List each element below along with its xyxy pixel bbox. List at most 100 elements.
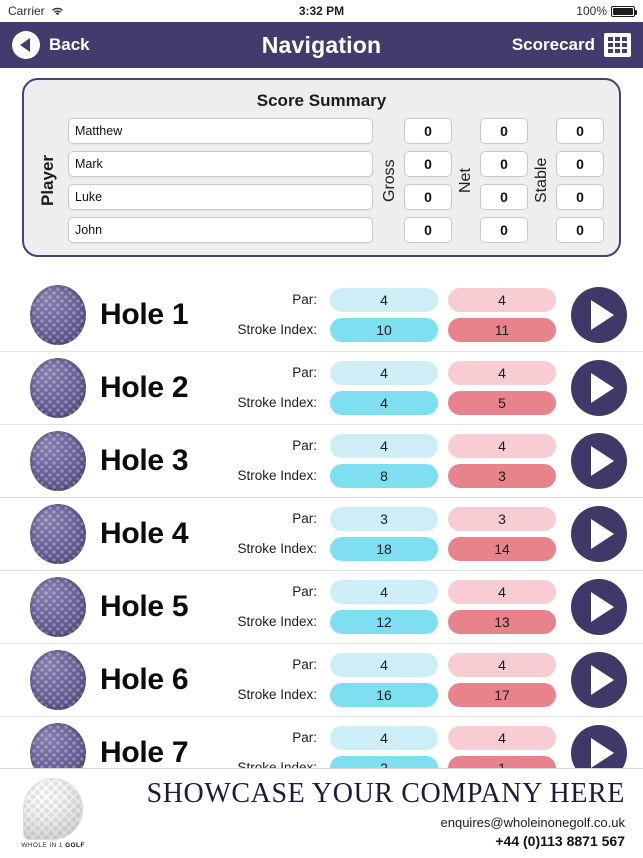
ad-email[interactable]: enquires@wholeinonegolf.co.uk xyxy=(441,815,625,830)
par-label: Par: xyxy=(292,438,317,453)
hole-stat-labels: Par: Stroke Index: xyxy=(237,580,325,634)
stroke-index-label: Stroke Index: xyxy=(237,468,317,483)
stroke-index-value-pill: 14 xyxy=(448,537,556,561)
logo-text-bold: GOLF xyxy=(65,842,85,849)
player-column-label: Player xyxy=(38,154,57,207)
stable-score-value: 0 xyxy=(556,217,604,243)
player-name-input[interactable]: Mark xyxy=(68,151,373,177)
navigation-bar: Back Navigation Scorecard xyxy=(0,22,643,68)
stroke-index-value-pill: 16 xyxy=(330,683,438,707)
battery-full-icon xyxy=(611,5,637,17)
hole-stat-labels: Par: Stroke Index: xyxy=(237,361,325,415)
par-value-pill: 4 xyxy=(448,434,556,458)
stroke-index-label: Stroke Index: xyxy=(237,614,317,629)
score-summary-section: Score Summary Player Matthew Mark Luke J… xyxy=(0,68,643,257)
player-name-input[interactable]: Luke xyxy=(68,184,373,210)
par-value-pill: 4 xyxy=(330,726,438,750)
stroke-index-value-pill: 13 xyxy=(448,610,556,634)
hole-row[interactable]: Hole 5 Par: Stroke Index: 4 12 4 13 xyxy=(0,571,643,644)
play-arrow-icon[interactable] xyxy=(571,360,627,416)
pink-tee-pills: 43 xyxy=(443,434,561,488)
golf-ball-icon xyxy=(30,431,86,491)
hole-row[interactable]: Hole 1 Par: Stroke Index: 4 10 4 11 xyxy=(0,279,643,352)
gross-score-value: 0 xyxy=(404,151,452,177)
play-arrow-icon[interactable] xyxy=(571,506,627,562)
golf-ball-icon xyxy=(30,358,86,418)
par-label: Par: xyxy=(292,511,317,526)
pink-tee-pills: 4 17 xyxy=(443,653,561,707)
hole-name-label: Hole 3 xyxy=(100,444,189,477)
gross-score-value: 0 xyxy=(404,217,452,243)
par-value-pill: 3 xyxy=(448,507,556,531)
stable-score-value: 0 xyxy=(556,118,604,144)
stroke-index-value-pill: 8 xyxy=(330,464,438,488)
gross-score-value: 0 xyxy=(404,118,452,144)
play-arrow-icon[interactable] xyxy=(571,433,627,489)
play-arrow-icon[interactable] xyxy=(571,652,627,708)
stroke-index-value-pill: 12 xyxy=(330,610,438,634)
hole-name-label: Hole 1 xyxy=(100,298,189,331)
wifi-icon xyxy=(51,6,64,17)
stroke-index-value-pill: 5 xyxy=(448,391,556,415)
par-value-pill: 4 xyxy=(330,434,438,458)
pink-tee-pills: 4 13 xyxy=(443,580,561,634)
blue-tee-pills: 44 xyxy=(325,361,443,415)
stable-score-column: 0 0 0 0 xyxy=(553,118,607,243)
advertisement-banner[interactable]: WHOLE IN 1 GOLF SHOWCASE YOUR COMPANY HE… xyxy=(0,768,643,858)
stroke-index-value-pill: 4 xyxy=(330,391,438,415)
hole-name-label: Hole 6 xyxy=(100,663,189,696)
hole-name-label: Hole 5 xyxy=(100,590,189,623)
golf-ball-logo-icon: WHOLE IN 1 GOLF xyxy=(14,775,92,853)
score-summary-body: Player Matthew Mark Luke John Gross 0 0 … xyxy=(36,118,607,243)
par-value-pill: 4 xyxy=(448,288,556,312)
hole-list[interactable]: Hole 1 Par: Stroke Index: 4 10 4 11 Hole 2 Par: S… xyxy=(0,279,643,790)
battery-percent-label: 100% xyxy=(576,4,607,18)
stable-column-label: Stable xyxy=(533,157,550,204)
hole-row[interactable]: Hole 6 Par: Stroke Index: 4 16 4 17 xyxy=(0,644,643,717)
pink-tee-pills: 4 11 xyxy=(443,288,561,342)
back-button-label: Back xyxy=(49,35,90,54)
par-label: Par: xyxy=(292,730,317,745)
stroke-index-label: Stroke Index: xyxy=(237,541,317,556)
par-label: Par: xyxy=(292,292,317,307)
carrier-label: Carrier xyxy=(8,4,45,18)
par-value-pill: 4 xyxy=(330,361,438,385)
hole-name-label: Hole 4 xyxy=(100,517,189,550)
hole-row[interactable]: Hole 2 Par: Stroke Index: 4 4 4 5 xyxy=(0,352,643,425)
stroke-index-value-pill: 11 xyxy=(448,318,556,342)
stable-score-value: 0 xyxy=(556,184,604,210)
gross-column-label: Gross xyxy=(381,159,398,202)
back-button[interactable]: Back xyxy=(12,31,90,59)
stroke-index-value-pill: 10 xyxy=(330,318,438,342)
ad-headline: SHOWCASE YOUR COMPANY HERE xyxy=(146,778,625,810)
play-arrow-icon[interactable] xyxy=(571,579,627,635)
blue-tee-pills: 3 18 xyxy=(325,507,443,561)
player-name-column: Matthew Mark Luke John xyxy=(60,118,379,243)
grid-icon xyxy=(604,33,631,57)
par-value-pill: 4 xyxy=(448,580,556,604)
status-bar-time: 3:32 PM xyxy=(298,4,345,18)
stroke-index-label: Stroke Index: xyxy=(237,687,317,702)
blue-tee-pills: 4 12 xyxy=(325,580,443,634)
stroke-index-value-pill: 3 xyxy=(448,464,556,488)
stroke-index-label: Stroke Index: xyxy=(237,395,317,410)
net-score-value: 0 xyxy=(480,184,528,210)
hole-stat-labels: Par: Stroke Index: xyxy=(237,653,325,707)
ad-phone[interactable]: +44 (0)113 8871 567 xyxy=(495,833,625,849)
hole-row[interactable]: Hole 4 Par: Stroke Index: 3 18 3 14 xyxy=(0,498,643,571)
par-value-pill: 4 xyxy=(448,726,556,750)
par-label: Par: xyxy=(292,365,317,380)
net-score-value: 0 xyxy=(480,118,528,144)
play-arrow-icon[interactable] xyxy=(571,287,627,343)
blue-tee-pills: 4 16 xyxy=(325,653,443,707)
status-bar: Carrier 3:32 PM 100% xyxy=(0,0,643,22)
par-value-pill: 4 xyxy=(448,653,556,677)
status-bar-right: 100% xyxy=(576,4,637,18)
hole-stat-labels: Par: Stroke Index: xyxy=(237,507,325,561)
par-value-pill: 4 xyxy=(330,288,438,312)
scorecard-button[interactable]: Scorecard xyxy=(512,33,631,57)
hole-row[interactable]: Hole 3 Par: Stroke Index: 4 8 4 3 xyxy=(0,425,643,498)
advertisement-text: SHOWCASE YOUR COMPANY HERE enquires@whol… xyxy=(92,778,629,848)
player-name-input[interactable]: John xyxy=(68,217,373,243)
player-name-input[interactable]: Matthew xyxy=(68,118,373,144)
